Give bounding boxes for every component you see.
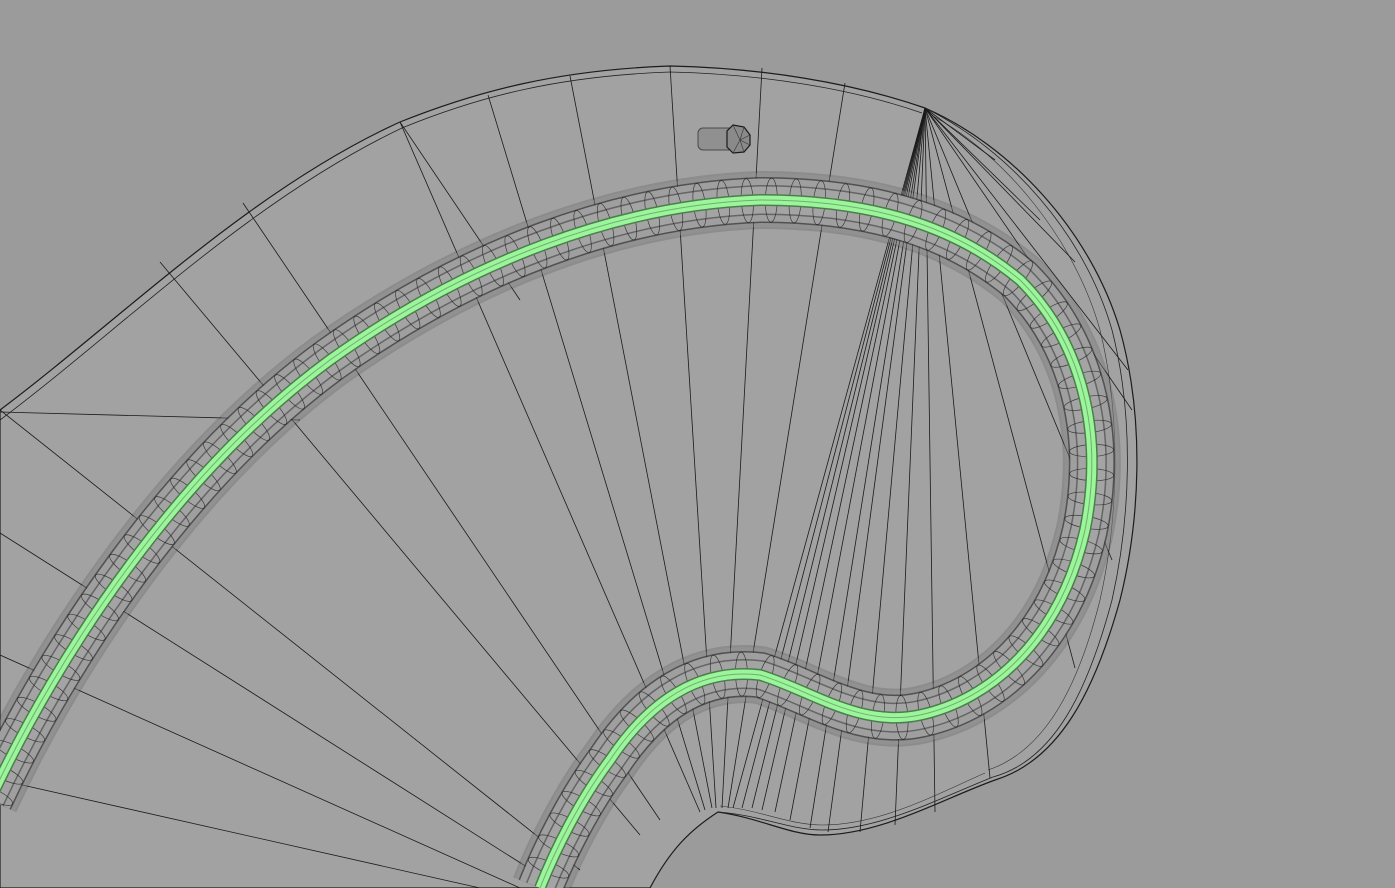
cylinder-light-icon[interactable]	[697, 124, 751, 154]
3d-viewport[interactable]	[0, 0, 1395, 888]
viewport-canvas[interactable]	[0, 0, 1395, 888]
